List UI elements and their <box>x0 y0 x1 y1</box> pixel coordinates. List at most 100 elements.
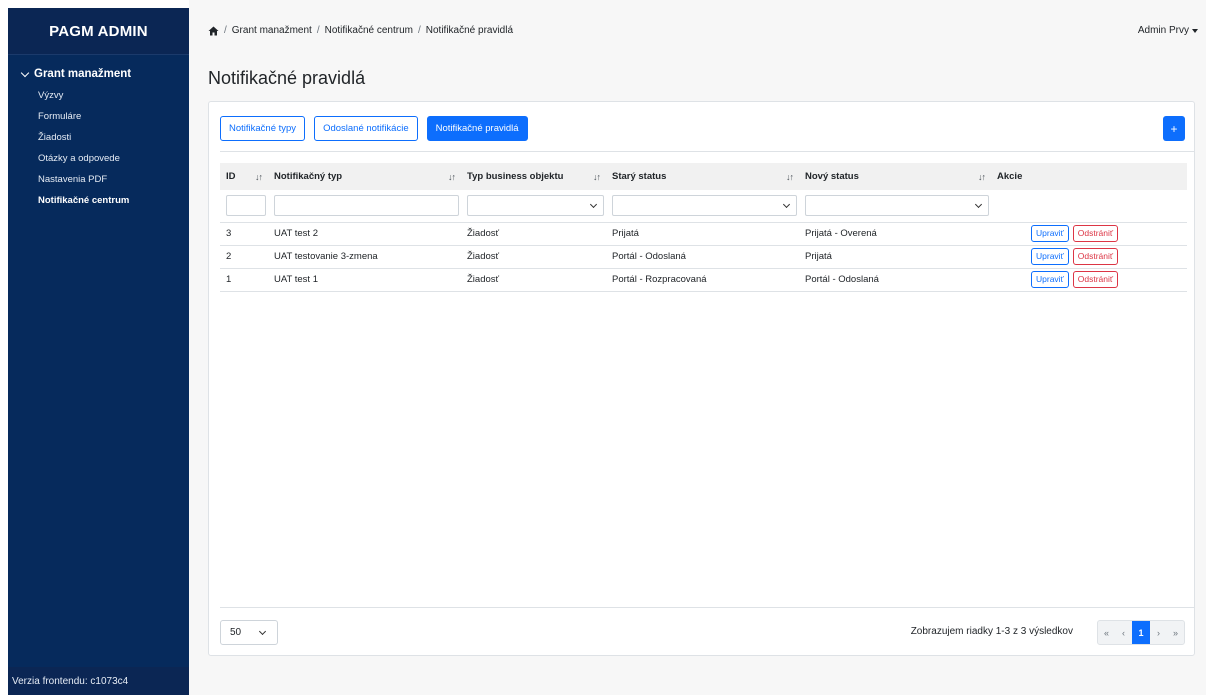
cell-old-status: Prijatá <box>606 222 799 246</box>
sidebar-item-notifikacne-centrum[interactable]: Notifikačné centrum <box>8 190 189 211</box>
tab-bar: Notifikačné typy Odoslané notifikácie No… <box>220 116 528 141</box>
divider <box>220 607 1194 608</box>
pagination: « ‹ 1 › » <box>1097 620 1185 645</box>
cell-new-status: Portál - Odoslaná <box>799 268 991 292</box>
sort-icon[interactable]: ↓↑ <box>786 172 794 182</box>
delete-button[interactable]: Odstrániť <box>1072 271 1119 288</box>
page-title: Notifikačné pravidlá <box>208 68 366 88</box>
rules-card: Notifikačné typy Odoslané notifikácie No… <box>208 101 1195 656</box>
divider <box>220 151 1194 152</box>
chevron-down-icon <box>589 201 598 209</box>
sidebar: PAGM ADMIN Grant manažment Výzvy Formulá… <box>8 8 189 695</box>
cell-id: 1 <box>220 268 268 292</box>
header-label: Nový status <box>805 171 859 182</box>
cell-actions: Upraviť Odstrániť <box>991 268 1187 292</box>
page-size-select[interactable]: 50 <box>220 620 278 645</box>
filter-id-input[interactable] <box>226 195 266 217</box>
breadcrumb: / Grant manažment / Notifikačné centrum … <box>208 25 513 36</box>
breadcrumb-item-grant-management[interactable]: Grant manažment <box>232 25 312 36</box>
sidebar-item-formulare[interactable]: Formuláre <box>8 106 189 127</box>
sort-icon[interactable]: ↓↑ <box>448 172 456 182</box>
delete-button[interactable]: Odstrániť <box>1072 248 1119 265</box>
breadcrumb-item-current: Notifikačné pravidlá <box>425 25 514 36</box>
table-row: 2 UAT testovanie 3-zmena Žiadosť Portál … <box>220 245 1187 269</box>
cell-type: UAT testovanie 3-zmena <box>268 245 461 269</box>
caret-down-icon <box>1192 28 1198 33</box>
tab-notification-rules[interactable]: Notifikačné pravidlá <box>426 116 528 141</box>
sidebar-section-label: Grant manažment <box>34 68 132 80</box>
filter-business-select[interactable] <box>467 195 604 217</box>
filter-row <box>220 190 1187 223</box>
breadcrumb-separator: / <box>224 25 227 36</box>
sidebar-menu: Výzvy Formuláre Žiadosti Otázky a odpove… <box>8 80 189 211</box>
results-summary: Zobrazujem riadky 1-3 z 3 výsledkov <box>910 626 1073 637</box>
add-rule-button[interactable]: + <box>1163 116 1185 141</box>
edit-button[interactable]: Upraviť <box>1031 271 1069 288</box>
sidebar-section-grant-management[interactable]: Grant manažment <box>8 55 189 80</box>
header-label: Typ business objektu <box>467 171 564 182</box>
sidebar-item-ziadosti[interactable]: Žiadosti <box>8 127 189 148</box>
cell-new-status: Prijatá <box>799 245 991 269</box>
sidebar-item-vyzvy[interactable]: Výzvy <box>8 85 189 106</box>
topbar: / Grant manažment / Notifikačné centrum … <box>189 0 1206 62</box>
first-page-button[interactable]: « <box>1098 621 1115 644</box>
sort-icon[interactable]: ↓↑ <box>978 172 986 182</box>
cell-business: Žiadosť <box>461 268 606 292</box>
filter-old-status-select[interactable] <box>612 195 797 217</box>
column-header-old-status[interactable]: Starý status ↓↑ <box>606 163 799 190</box>
main-content: / Grant manažment / Notifikačné centrum … <box>189 0 1206 695</box>
last-page-button[interactable]: » <box>1167 621 1184 644</box>
breadcrumb-separator: / <box>316 25 320 36</box>
cell-type: UAT test 1 <box>268 268 461 292</box>
user-name: Admin Prvy <box>1137 25 1189 36</box>
header-label: ID <box>226 171 236 182</box>
frontend-version: Verzia frontendu: c1073c4 <box>8 667 189 695</box>
cell-business: Žiadosť <box>461 245 606 269</box>
header-label: Starý status <box>612 171 667 182</box>
filter-empty-cell <box>991 190 1187 223</box>
sidebar-item-nastavenia-pdf[interactable]: Nastavenia PDF <box>8 169 189 190</box>
tab-notification-types[interactable]: Notifikačné typy <box>220 116 306 141</box>
header-label: Akcie <box>997 171 1023 182</box>
delete-button[interactable]: Odstrániť <box>1072 225 1119 242</box>
sort-icon[interactable]: ↓↑ <box>593 172 601 182</box>
next-page-button[interactable]: › <box>1150 621 1167 644</box>
filter-type-input[interactable] <box>274 195 459 217</box>
cell-business: Žiadosť <box>461 222 606 246</box>
column-header-id[interactable]: ID ↓↑ <box>220 163 268 190</box>
window-edge <box>0 0 8 695</box>
cell-type: UAT test 2 <box>268 222 461 246</box>
prev-page-button[interactable]: ‹ <box>1115 621 1132 644</box>
filter-new-status-select[interactable] <box>805 195 989 217</box>
chevron-down-icon <box>974 201 983 209</box>
home-icon[interactable] <box>208 26 219 36</box>
sidebar-brand[interactable]: PAGM ADMIN <box>8 8 189 55</box>
column-header-new-status[interactable]: Nový status ↓↑ <box>799 163 991 190</box>
chevron-down-icon <box>782 201 791 209</box>
user-menu[interactable]: Admin Prvy <box>1138 25 1198 36</box>
cell-id: 2 <box>220 245 268 269</box>
column-header-business[interactable]: Typ business objektu ↓↑ <box>461 163 606 190</box>
sidebar-item-otazky[interactable]: Otázky a odpovede <box>8 148 189 169</box>
tab-sent-notifications[interactable]: Odoslané notifikácie <box>314 116 418 141</box>
cell-actions: Upraviť Odstrániť <box>991 222 1187 246</box>
header-label: Notifikačný typ <box>274 171 343 182</box>
cell-new-status: Prijatá - Overená <box>799 222 991 246</box>
breadcrumb-separator: / <box>417 25 421 36</box>
column-header-actions: Akcie <box>991 163 1187 190</box>
table-row: 1 UAT test 1 Žiadosť Portál - Rozpracova… <box>220 268 1187 292</box>
sort-icon[interactable]: ↓↑ <box>255 172 263 182</box>
page-size-value: 50 <box>230 627 242 638</box>
chevron-down-icon <box>258 627 267 636</box>
cell-old-status: Portál - Rozpracovaná <box>606 268 799 292</box>
rules-table: ID ↓↑ Notifikačný typ ↓↑ Typ business obje… <box>220 163 1187 292</box>
edit-button[interactable]: Upraviť <box>1031 248 1069 265</box>
edit-button[interactable]: Upraviť <box>1031 225 1069 242</box>
page-1-button[interactable]: 1 <box>1132 621 1150 644</box>
cell-actions: Upraviť Odstrániť <box>991 245 1187 269</box>
breadcrumb-item-notification-center[interactable]: Notifikačné centrum <box>325 25 413 36</box>
column-header-type[interactable]: Notifikačný typ ↓↑ <box>268 163 461 190</box>
chevron-down-icon <box>20 68 30 77</box>
table-header-row: ID ↓↑ Notifikačný typ ↓↑ Typ business obje… <box>220 163 1187 190</box>
cell-old-status: Portál - Odoslaná <box>606 245 799 269</box>
